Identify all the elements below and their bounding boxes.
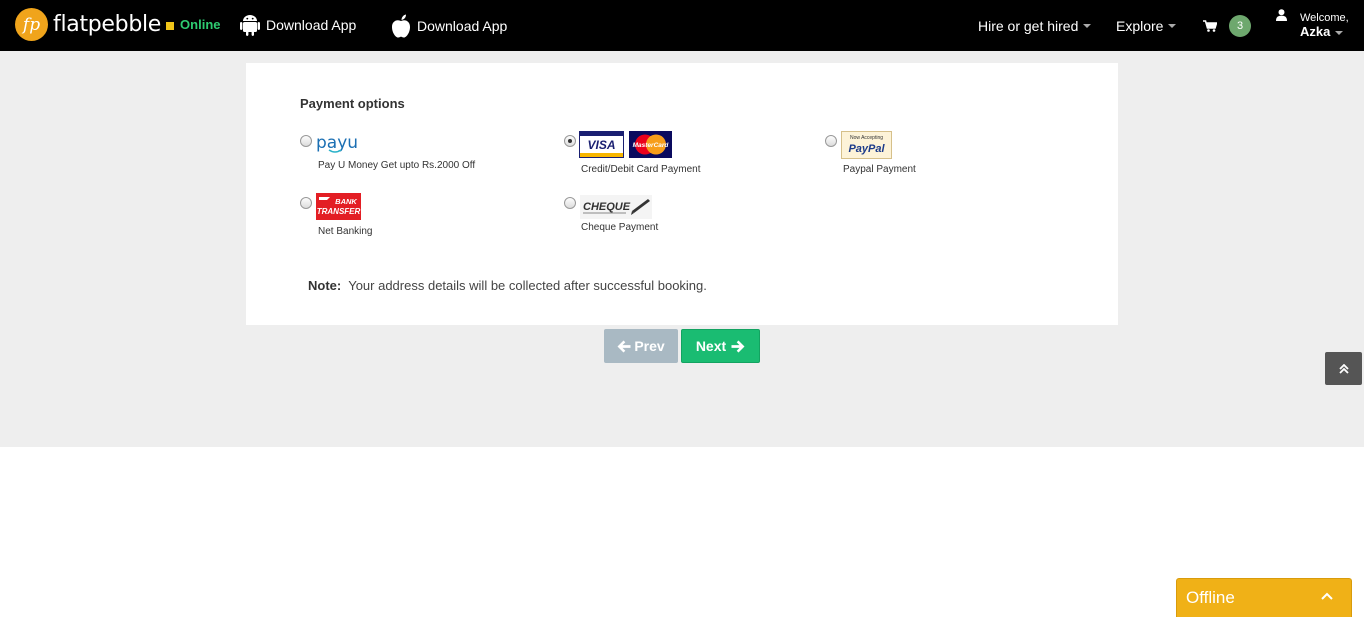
payment-card: Payment options payu Pay U Money Get upt… (246, 63, 1118, 325)
payu-logo-icon: payu (316, 133, 358, 153)
online-indicator-icon (166, 21, 175, 30)
payment-option-payu[interactable]: payu Pay U Money Get upto Rs.2000 Off (300, 133, 500, 175)
cart-count-badge: 3 (1229, 14, 1251, 37)
arrow-right-icon (731, 340, 745, 352)
chat-widget-offline[interactable]: Offline (1176, 578, 1352, 617)
payment-option-paypal[interactable]: Now Accepting PayPal Paypal Payment (825, 131, 1025, 177)
logo-mark: fp (15, 8, 48, 41)
explore-menu[interactable]: Explore (1116, 0, 1177, 51)
card-label: Credit/Debit Card Payment (581, 164, 701, 175)
payu-label: Pay U Money Get upto Rs.2000 Off (318, 160, 476, 171)
download-ios-link[interactable]: Download App (391, 14, 507, 38)
payment-option-netbanking[interactable]: BANK TRANSFER Net Banking (300, 193, 500, 239)
caret-down-icon (1335, 30, 1344, 35)
netbanking-radio[interactable] (300, 197, 312, 209)
card-radio[interactable] (564, 135, 576, 147)
cheque-radio[interactable] (564, 197, 576, 209)
netbanking-label: Net Banking (318, 226, 373, 237)
paypal-logo-text: PayPal (848, 143, 885, 155)
cheque-label: Cheque Payment (581, 222, 659, 233)
hire-menu[interactable]: Hire or get hired (978, 0, 1092, 51)
mastercard-logo-icon: MasterCard (629, 131, 672, 158)
paypal-label: Paypal Payment (843, 164, 916, 175)
note-text: Your address details will be collected a… (348, 278, 707, 293)
cart-icon (1203, 19, 1217, 32)
caret-down-icon (1168, 23, 1177, 28)
user-name: Azka (1300, 24, 1331, 39)
logo-text: flatpebble (53, 12, 162, 37)
cheque-logo-text: CHEQUE (583, 201, 631, 213)
explore-menu-label: Explore (1116, 17, 1164, 34)
paypal-radio[interactable] (825, 135, 837, 147)
cart-button[interactable]: 3 (1203, 0, 1251, 51)
prev-button-label: Prev (634, 338, 665, 354)
download-android-label: Download App (266, 17, 357, 33)
top-navbar: fp flatpebble Online Download App Downlo… (0, 0, 1364, 51)
download-ios-label: Download App (417, 18, 508, 34)
user-icon[interactable] (1276, 9, 1287, 21)
user-menu[interactable]: Welcome, Azka (1300, 12, 1349, 38)
paypal-logo-subtext: Now Accepting (850, 135, 883, 141)
brand-logo[interactable]: fp flatpebble Online (15, 8, 221, 41)
prev-button[interactable]: Prev (604, 329, 678, 363)
cheque-logo-icon: CHEQUE (580, 195, 652, 219)
content-area: Payment options payu Pay U Money Get upt… (0, 51, 1364, 447)
next-button-label: Next (695, 338, 727, 354)
apple-icon (392, 14, 410, 38)
arrow-left-icon (617, 340, 631, 352)
payment-option-cheque[interactable]: CHEQUE Cheque Payment (564, 193, 764, 239)
online-status: Online (180, 17, 221, 32)
mastercard-logo-text: MasterCard (633, 142, 670, 149)
next-button[interactable]: Next (681, 329, 760, 363)
paypal-logo-icon: Now Accepting PayPal (841, 131, 892, 159)
chevron-up-icon (1321, 592, 1333, 600)
payu-logo-text: payu (316, 133, 358, 153)
bank-logo-text: BANK (335, 197, 357, 206)
double-chevron-up-icon (1338, 363, 1349, 374)
download-android-link[interactable]: Download App (240, 14, 356, 36)
hire-menu-label: Hire or get hired (978, 17, 1079, 34)
caret-down-icon (1083, 23, 1092, 28)
note-label: Note: (308, 278, 342, 293)
bank-transfer-logo-icon: BANK TRANSFER (316, 193, 361, 220)
address-note: Note: Your address details will be colle… (308, 278, 707, 293)
payment-option-card[interactable]: VISA MasterCard Credit/Debit Card Paymen… (564, 131, 764, 177)
back-to-top-button[interactable] (1325, 352, 1362, 385)
visa-logo-icon: VISA (579, 131, 624, 158)
visa-logo-text: VISA (587, 138, 615, 152)
android-icon (240, 15, 260, 36)
chat-status-label: Offline (1186, 588, 1235, 607)
payu-radio[interactable] (300, 135, 312, 147)
transfer-logo-text: TRANSFER (317, 207, 361, 216)
payment-options-title: Payment options (300, 96, 405, 111)
